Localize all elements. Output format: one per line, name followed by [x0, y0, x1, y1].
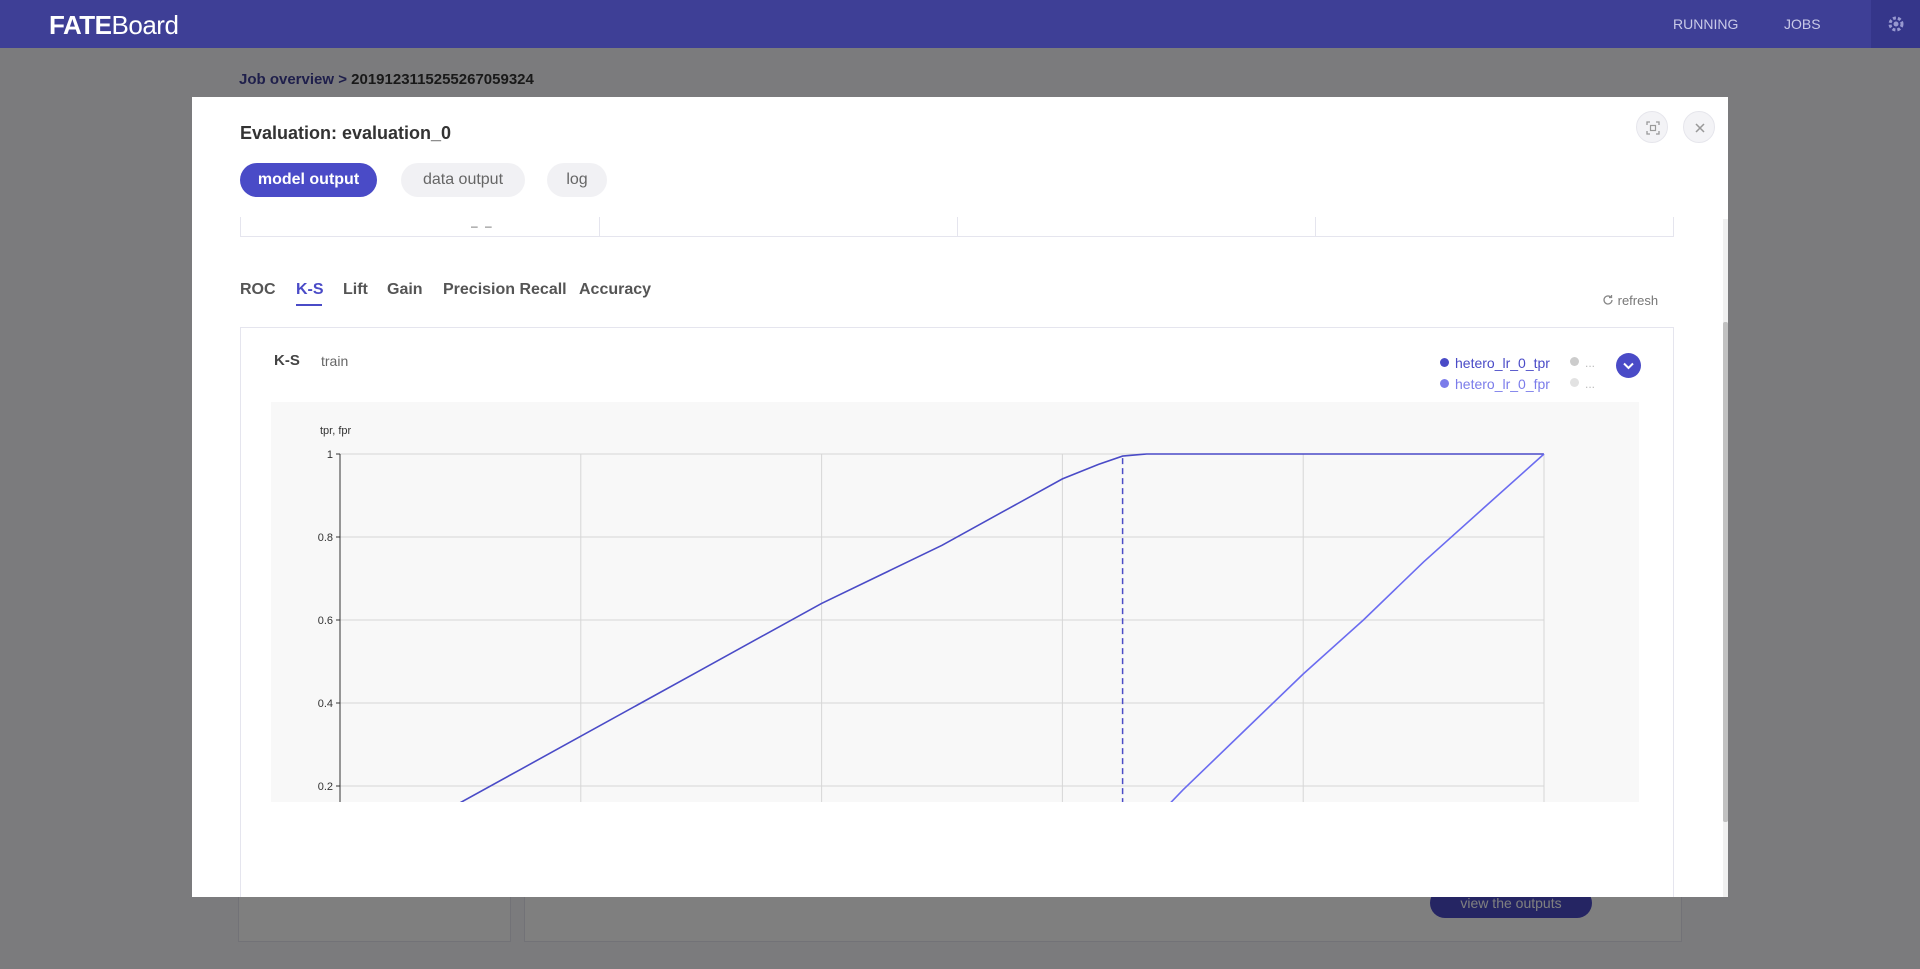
tab-roc[interactable]: ROC	[240, 281, 276, 299]
legend-item-fpr[interactable]: hetero_lr_0_fpr	[1440, 376, 1550, 392]
chart-type-label: K-S	[274, 352, 300, 369]
fullscreen-button[interactable]	[1636, 111, 1668, 143]
tab-precision-recall[interactable]: Precision Recall	[443, 281, 567, 299]
brand-logo[interactable]: FATEBoard	[49, 10, 179, 41]
refresh-label: refresh	[1617, 293, 1659, 308]
ks-chart: 00.20.40.60.8100.20.40.60.81tpr, fpr	[318, 425, 1547, 888]
expand-legend-button[interactable]	[1616, 353, 1641, 378]
legend-more[interactable]: ...	[1570, 356, 1595, 370]
nav-running[interactable]: RUNNING	[1673, 16, 1738, 32]
fullscreen-icon	[1646, 121, 1660, 135]
tab-model-output[interactable]: model output	[240, 163, 377, 197]
settings-button[interactable]	[1871, 0, 1920, 48]
y-tick-label: 0.2	[318, 781, 333, 793]
chevron-down-icon	[1623, 362, 1634, 370]
table-divider	[599, 217, 600, 237]
legend-label-tpr: hetero_lr_0_tpr	[1455, 355, 1550, 371]
y-axis-label: tpr, fpr	[320, 425, 352, 437]
top-navbar: FATEBoard RUNNING JOBS	[0, 0, 1920, 48]
legend-dot-icon	[1570, 357, 1579, 366]
legend-dot-icon	[1440, 379, 1449, 388]
chart-subtitle: train	[321, 353, 349, 369]
legend-dot-icon	[1440, 358, 1449, 367]
y-tick-label: 0.8	[318, 532, 333, 544]
tab-gain[interactable]: Gain	[387, 281, 423, 299]
modal-title: Evaluation: evaluation_0	[240, 123, 452, 143]
tab-accuracy[interactable]: Accuracy	[579, 281, 651, 299]
close-button[interactable]	[1683, 111, 1715, 143]
table-divider	[1315, 217, 1316, 237]
refresh-icon	[1603, 295, 1613, 305]
nav-jobs[interactable]: JOBS	[1784, 16, 1821, 32]
legend-more[interactable]: ...	[1570, 377, 1595, 391]
tab-ks[interactable]: K-S	[296, 281, 324, 299]
legend-dot-icon	[1570, 378, 1579, 387]
table-divider	[957, 217, 958, 237]
metrics-table-bottom: – –	[240, 217, 1674, 237]
refresh-button[interactable]: refresh	[1602, 293, 1658, 308]
table-dash: – –	[471, 219, 494, 233]
tab-lift[interactable]: Lift	[343, 281, 368, 299]
legend-label-fpr: hetero_lr_0_fpr	[1455, 376, 1550, 392]
gear-icon	[1888, 16, 1904, 32]
legend-item-tpr[interactable]: hetero_lr_0_tpr	[1440, 355, 1550, 371]
ks-chart-area: 00.20.40.60.8100.20.40.60.81tpr, fpr	[271, 402, 1639, 888]
series-line-hetero_lr_0_fpr	[340, 453, 1545, 870]
scrollbar-thumb[interactable]	[1723, 322, 1728, 822]
close-icon	[1695, 123, 1705, 133]
tab-log[interactable]: log	[547, 163, 607, 197]
y-tick-label: 0.6	[318, 615, 333, 627]
tab-data-output[interactable]: data output	[401, 163, 525, 197]
active-tab-indicator	[296, 304, 322, 306]
y-tick-label: 1	[327, 449, 333, 461]
series-line-hetero_lr_0_tpr	[339, 453, 1544, 870]
y-tick-label: 0.4	[318, 698, 333, 710]
